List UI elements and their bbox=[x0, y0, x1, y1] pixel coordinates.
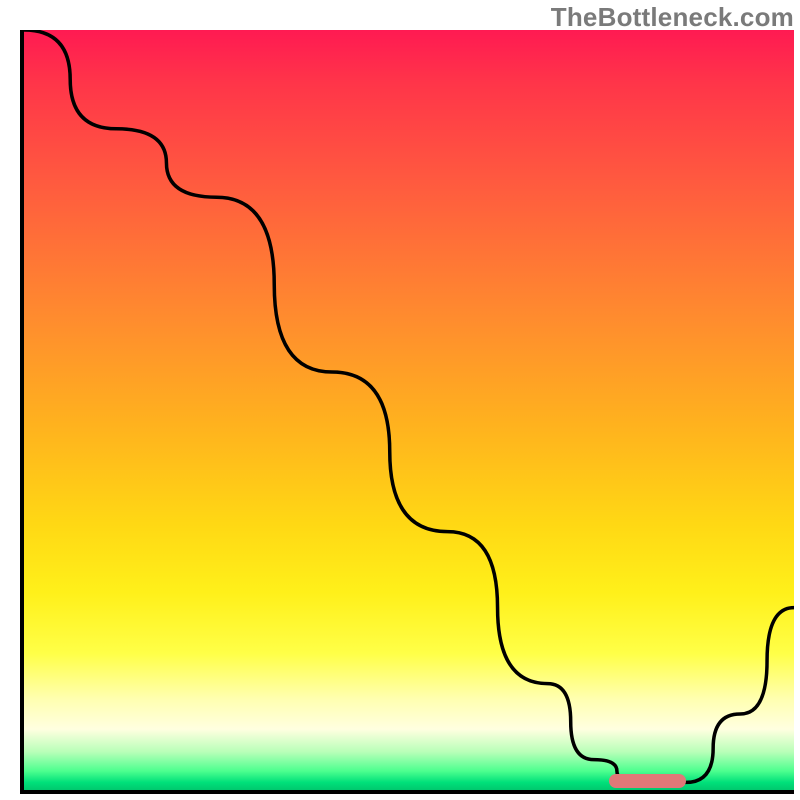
curve-path bbox=[24, 30, 794, 782]
trough-marker bbox=[609, 774, 686, 788]
watermark-label: TheBottleneck.com bbox=[551, 2, 794, 33]
bottleneck-curve bbox=[24, 30, 794, 790]
chart-container: TheBottleneck.com bbox=[0, 0, 800, 800]
plot-area bbox=[20, 30, 794, 794]
